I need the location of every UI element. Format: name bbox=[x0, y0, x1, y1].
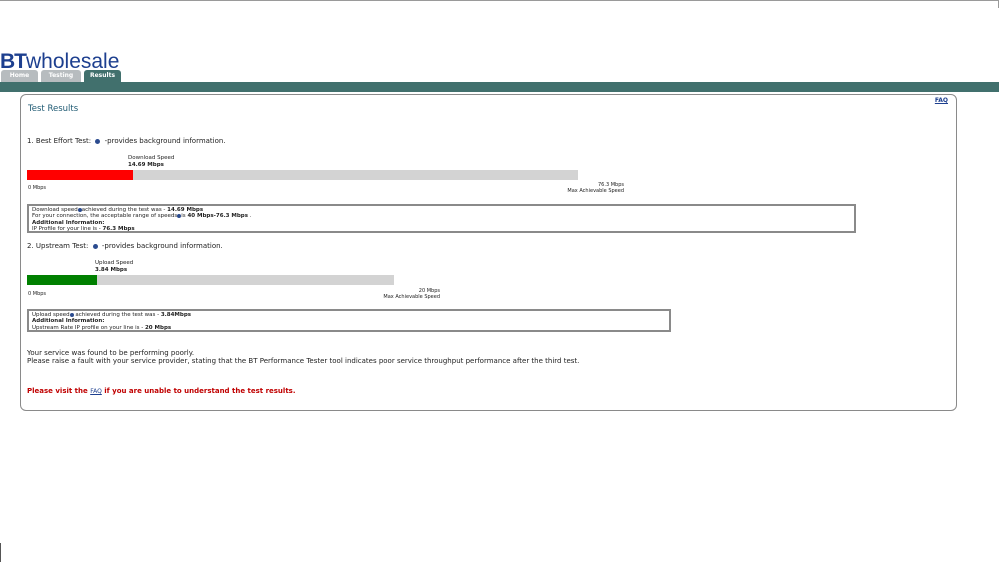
acceptable-range-value: 40 Mbps-76.3 Mbps bbox=[187, 213, 249, 220]
faq-inline-link[interactable]: FAQ bbox=[90, 388, 102, 395]
download-heading-suffix: -provides background information. bbox=[104, 137, 226, 145]
upload-info-line3: Upstream Rate IP profile on your line is… bbox=[32, 325, 666, 331]
warning-text: Please visit the bbox=[27, 387, 88, 395]
upload-heading-suffix: -provides background information. bbox=[101, 242, 223, 250]
download-speed-bar bbox=[27, 170, 578, 180]
info-text: Download speed bbox=[32, 207, 78, 213]
upload-measured-value: 3.84Mbps bbox=[160, 312, 192, 318]
upload-info-box: Upload speed achieved during the test wa… bbox=[27, 309, 671, 332]
download-info-line4: IP Profile for your line is - 76.3 Mbps bbox=[32, 226, 851, 232]
upstream-profile-value: 20 Mbps bbox=[144, 324, 172, 331]
help-icon[interactable] bbox=[92, 243, 98, 249]
upload-heading-text: 2. Upstream Test: bbox=[27, 242, 89, 250]
warning-text: if you are unable to understand the test… bbox=[104, 387, 296, 395]
download-speed-fill bbox=[27, 170, 133, 180]
upload-scale-min: 0 Mbps bbox=[28, 291, 47, 297]
header-bar bbox=[0, 82, 999, 92]
additional-info-label: Additional Information: bbox=[32, 219, 105, 226]
upload-scale-max-label: Max Achievable Speed bbox=[383, 294, 440, 300]
performance-summary: Your service was found to be performing … bbox=[27, 349, 195, 357]
download-measured-value: 14.69 Mbps bbox=[167, 207, 204, 213]
fault-instruction: Please raise a fault with your service p… bbox=[27, 357, 580, 365]
download-test-heading: 1. Best Effort Test: -provides backgroun… bbox=[27, 137, 226, 145]
faq-warning: Please visit the FAQ if you are unable t… bbox=[27, 387, 296, 395]
upload-speed-value: 3.84 Mbps bbox=[95, 267, 128, 273]
faq-link[interactable]: FAQ bbox=[935, 97, 948, 104]
info-text: is bbox=[181, 213, 186, 220]
tab-home[interactable]: Home bbox=[1, 70, 38, 82]
download-scale-min: 0 Mbps bbox=[28, 185, 47, 191]
left-edge-mark bbox=[0, 543, 1, 562]
info-text: achieved during the test was - bbox=[75, 312, 160, 318]
additional-info-label: Additional Information: bbox=[32, 318, 105, 325]
download-speed-label: Download Speed bbox=[128, 155, 175, 161]
upload-speed-fill bbox=[27, 275, 97, 285]
download-speed-value: 14.69 Mbps bbox=[128, 162, 164, 168]
top-border bbox=[0, 0, 999, 1]
help-icon[interactable] bbox=[95, 138, 101, 144]
results-panel: FAQ Test Results 1. Best Effort Test: -p… bbox=[20, 94, 957, 411]
download-scale-max-label: Max Achievable Speed bbox=[567, 188, 624, 194]
download-info-box: Download speed achieved during the test w… bbox=[27, 204, 856, 233]
info-text: . bbox=[249, 213, 252, 220]
info-text: IP Profile for your line is - bbox=[32, 225, 101, 232]
page-title: Test Results bbox=[28, 104, 79, 114]
bt-wholesale-logo: BTwholesale bbox=[0, 51, 119, 72]
ip-profile-value: 76.3 Mbps bbox=[102, 225, 135, 232]
download-heading-text: 1. Best Effort Test: bbox=[27, 137, 92, 145]
info-text: Upstream Rate IP profile on your line is… bbox=[32, 324, 144, 331]
tab-testing[interactable]: Testing bbox=[41, 70, 81, 82]
info-text: For your connection, the acceptable rang… bbox=[32, 213, 178, 220]
upload-speed-label: Upload Speed bbox=[95, 260, 134, 266]
help-icon[interactable] bbox=[69, 312, 74, 317]
info-text: achieved during the test was - bbox=[81, 207, 166, 213]
info-text: Upload speed bbox=[32, 312, 70, 318]
upload-test-heading: 2. Upstream Test: -provides background i… bbox=[27, 242, 223, 250]
upload-speed-bar bbox=[27, 275, 394, 285]
